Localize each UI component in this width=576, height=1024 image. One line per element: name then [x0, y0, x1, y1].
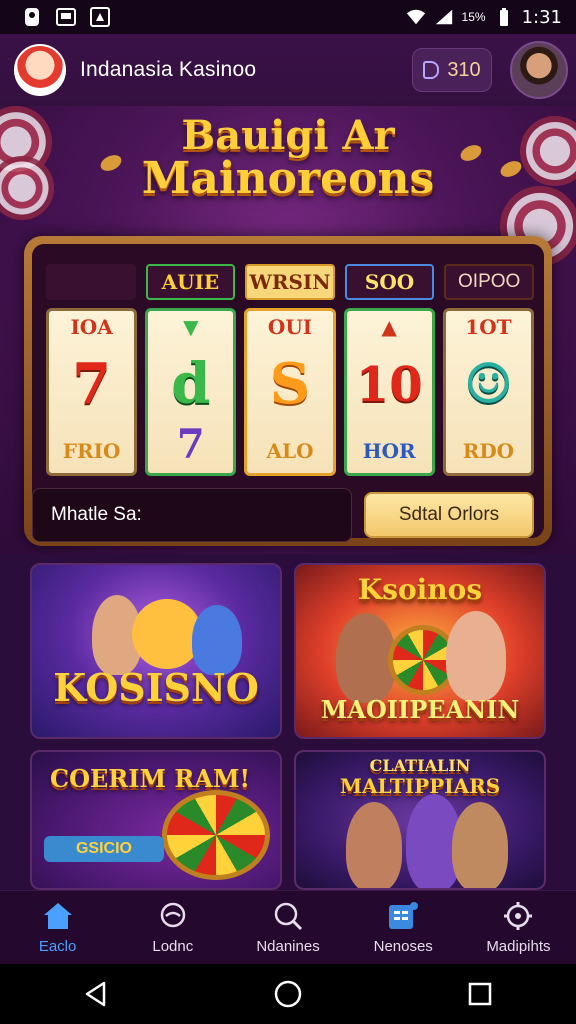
- hero-banner: Bauigi Ar Mainoreons AUIE WRSIN SOO OIPO…: [0, 106, 576, 554]
- reel-symbol-bot: 7: [176, 421, 205, 468]
- game-title: COERIM RAM!: [50, 764, 251, 793]
- character-figure: [336, 613, 396, 703]
- nav-label: Lodnc: [152, 938, 194, 955]
- hero-title: Bauigi Ar Mainoreons: [0, 112, 576, 204]
- chip-row: GSICIO: [44, 836, 164, 862]
- reel-symbol-bot: RDO: [462, 439, 515, 463]
- reel: ▲ 10 HOR: [343, 308, 435, 476]
- reel-symbol-top: IOA: [70, 315, 113, 339]
- game-card-coerim[interactable]: COERIM RAM! GSICIO: [30, 750, 282, 890]
- reel-label: AUIE: [145, 264, 236, 300]
- app-logo[interactable]: [14, 44, 66, 96]
- reel-symbol-mid: d: [171, 351, 211, 417]
- nav-promo[interactable]: Nenoses: [346, 891, 461, 964]
- nav-label: Eaclo: [38, 938, 77, 955]
- promo-icon: [386, 900, 420, 932]
- character-figure: [446, 611, 506, 701]
- system-nav-bar: [0, 964, 576, 1024]
- balance-value: 310: [447, 58, 481, 81]
- reel-label-blank: [46, 264, 136, 300]
- reel-symbol-top: OUI: [267, 315, 313, 339]
- reel-symbol-top: ▲: [381, 315, 397, 339]
- chat-icon: [156, 900, 190, 932]
- slot-machine-inner: AUIE WRSIN SOO OIPOO IOA 7 FRIO ▼ d 7 OU…: [32, 244, 544, 542]
- profile-avatar[interactable]: [510, 41, 568, 99]
- status-bar: 15% 1:31: [0, 0, 576, 34]
- reel-label: WRSIN: [245, 264, 335, 300]
- nav-label: Nenoses: [373, 938, 433, 955]
- settings-icon: [501, 900, 535, 932]
- game-title-line2: MALTIPPIARS: [339, 774, 501, 798]
- game-card-kosisno[interactable]: KOSISNO: [30, 563, 282, 739]
- clock: 1:31: [521, 6, 562, 28]
- nav-settings[interactable]: Madipihts: [461, 891, 576, 964]
- nav-search[interactable]: Ndanines: [230, 891, 345, 964]
- recents-button[interactable]: [460, 974, 500, 1014]
- reels[interactable]: IOA 7 FRIO ▼ d 7 OUI S ALO ▲ 10 HOR 1OT …: [46, 308, 535, 476]
- reel-symbol-top: 1OT: [465, 315, 512, 339]
- reel-symbol-mid: 7: [72, 351, 112, 417]
- bet-field[interactable]: Mhatle Sa:: [32, 488, 352, 542]
- wifi-icon: [406, 7, 426, 27]
- search-icon: [271, 900, 305, 932]
- home-button[interactable]: [268, 974, 308, 1014]
- slot-controls: Mhatle Sa: Sdtal Orlors: [32, 488, 544, 542]
- nav-chat[interactable]: Lodnc: [115, 891, 230, 964]
- nav-label: Ndanines: [256, 938, 320, 955]
- game-card-maltippiars[interactable]: CLATIALIN MALTIPPIARS: [294, 750, 546, 890]
- reel-symbol-mid: S: [269, 351, 311, 417]
- character-figure: [346, 802, 402, 888]
- home-circle-icon: [274, 980, 302, 1008]
- signal-icon: [434, 7, 454, 27]
- app-title: Indanasia Kasinoo: [80, 58, 257, 81]
- game-title: KOSISNO: [53, 665, 259, 710]
- reel-symbol-top: ▼: [183, 315, 199, 339]
- reel: ▼ d 7: [145, 308, 237, 476]
- app-header: Indanasia Kasinoo 310: [0, 34, 576, 106]
- reel: 1OT ☺ RDO: [442, 308, 535, 476]
- reel-symbol-mid: 10: [355, 357, 423, 413]
- back-icon: [85, 981, 106, 1007]
- reel-label: SOO: [344, 264, 435, 300]
- game-card-ksoinos[interactable]: Ksoinos MAOIIPEANIN: [294, 563, 546, 739]
- action-button[interactable]: Sdtal Orlors: [364, 492, 534, 538]
- bottom-nav: Eaclo Lodnc Ndanines Nenoses Madipihts: [0, 890, 576, 964]
- reel: OUI S ALO: [244, 308, 336, 476]
- location-icon: [22, 7, 42, 27]
- battery-icon: [494, 7, 514, 27]
- gallery-icon: [56, 7, 76, 27]
- slot-machine: AUIE WRSIN SOO OIPOO IOA 7 FRIO ▼ d 7 OU…: [24, 236, 552, 546]
- reel-symbol-bot: FRIO: [62, 439, 121, 463]
- game-title: Ksoinos: [357, 573, 483, 606]
- reel-symbol-mid: ☺: [463, 351, 514, 417]
- reel-label: OIPOO: [444, 264, 534, 300]
- recents-icon: [468, 982, 492, 1006]
- reel-labels: AUIE WRSIN SOO OIPOO: [46, 264, 534, 304]
- character-figure: [452, 802, 508, 888]
- game-subtitle: MAOIIPEANIN: [320, 695, 520, 724]
- reel: IOA 7 FRIO: [46, 308, 138, 476]
- screenshot-icon: [90, 7, 110, 27]
- nav-label: Madipihts: [486, 938, 551, 955]
- back-button[interactable]: [76, 974, 116, 1014]
- reel-symbol-bot: ALO: [266, 439, 314, 463]
- hero-title-line2: Mainoreons: [141, 152, 435, 204]
- nav-home[interactable]: Eaclo: [0, 891, 115, 964]
- game-title-line1: CLATIALIN: [369, 756, 471, 775]
- hero-title-line1: Bauigi Ar: [181, 112, 395, 159]
- balance-button[interactable]: 310: [412, 48, 492, 92]
- roulette-wheel: [162, 790, 270, 880]
- reel-symbol-bot: HOR: [362, 439, 416, 463]
- battery-percent: 15%: [461, 10, 486, 24]
- coin-icon: [423, 61, 440, 79]
- home-icon: [41, 900, 75, 932]
